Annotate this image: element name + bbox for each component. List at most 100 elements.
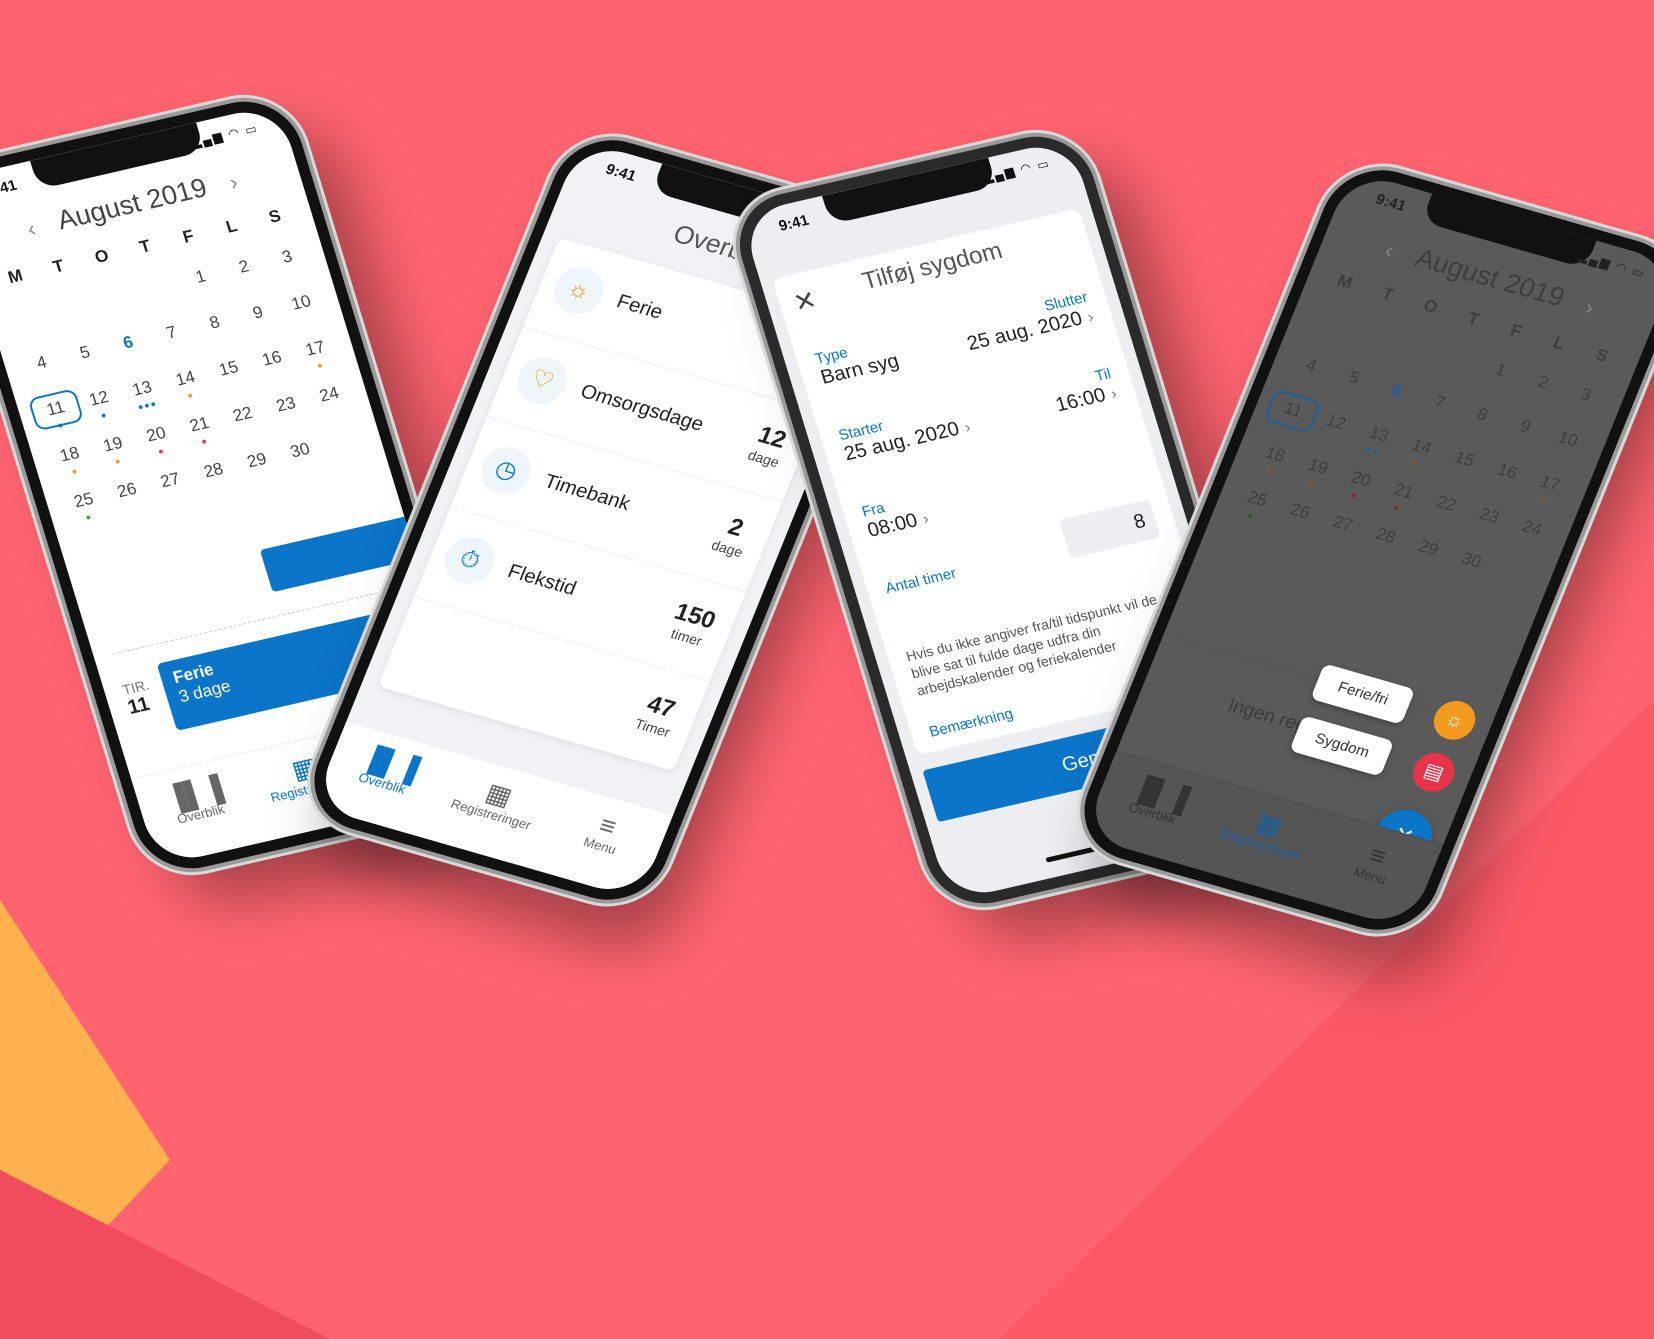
status-time: 9:41 [776, 211, 811, 235]
calendar-day[interactable]: 24 [1505, 509, 1559, 549]
weekday-label: L [223, 216, 240, 237]
chevron-right-icon: › [962, 419, 973, 437]
calendar-day-number: 19 [100, 433, 125, 456]
hours-input[interactable]: 8 [1059, 499, 1161, 559]
event-dot-icon: ● [84, 511, 94, 523]
calendar-day[interactable]: 17 ● [1523, 465, 1577, 505]
tab-registrations[interactable]: ▦ Registreringer [1210, 798, 1323, 866]
calendar-day-number: 19 [1305, 455, 1331, 479]
calendar-day-number: 25 [71, 488, 96, 512]
calendar-day[interactable]: 10 [276, 285, 328, 324]
calendar-day[interactable]: 24 [304, 376, 356, 415]
tab-overview[interactable]: ▐▌▐ Overblik [331, 736, 444, 804]
event-dot-icon: ● [99, 409, 109, 421]
calendar-day-number: 21 [187, 413, 212, 436]
status-time: 9:41 [603, 160, 639, 185]
calendar-day-number: 18 [1262, 442, 1289, 466]
balance-value: 150 timer [664, 598, 720, 650]
event-dot-icon: ● [185, 389, 196, 401]
calendar-grid: M T O T F L S 1 2 3 4 5 6 7 8 9 10 11 ● 1… [0, 202, 370, 522]
event-dot-icon: ● [1349, 489, 1360, 501]
calendar-day-number: 20 [144, 423, 169, 446]
field-label: Bemærkning [927, 705, 1016, 741]
weekday-label: T [1464, 308, 1483, 329]
prev-month-icon[interactable]: ‹ [1381, 238, 1397, 263]
calendar-day[interactable]: 30 [274, 432, 326, 471]
tab-registrations[interactable]: ▦ Registreringer [440, 768, 553, 836]
remark-label-field: Bemærkning [927, 705, 1015, 740]
event-dot-icon: ● [1306, 477, 1317, 489]
heart-icon: ♡ [510, 351, 575, 410]
starts-field[interactable]: Starter 25 aug. 2020› [837, 399, 974, 466]
calendar-day[interactable]: 3 [1559, 376, 1613, 416]
sun-icon[interactable]: ☼ [1427, 696, 1482, 745]
event-dots-icon: ●● [1364, 444, 1381, 457]
type-field[interactable]: Type Barn syg [813, 334, 902, 390]
weekday-label: O [1420, 295, 1441, 318]
next-month-icon[interactable]: › [1581, 295, 1597, 320]
prev-month-icon[interactable]: ‹ [24, 216, 38, 242]
quick-add-vacation-button[interactable]: Ferie/fri [1310, 663, 1416, 725]
weekday-label: M [5, 265, 25, 288]
event-day-number: 11 [125, 693, 153, 719]
calendar-day-number: 11 [44, 397, 68, 420]
calendar-day-number: 18 [57, 443, 82, 466]
event-date: TIR. 11 [121, 677, 158, 720]
signal-wifi-battery-icon: ▂▄▆ ◠ ▭ [1577, 248, 1649, 281]
event-dot-icon: ● [156, 445, 166, 457]
calendar-day-number: 13 [1366, 422, 1392, 446]
weekday-label: T [1379, 283, 1397, 305]
clock-icon: ◷ [473, 441, 539, 500]
calendar-day-number: 14 [173, 367, 198, 390]
event-dot-icon: ● [56, 419, 66, 431]
calendar-day-number: 17 [303, 337, 328, 360]
event-dots-icon: ●●● [136, 398, 159, 413]
event-dot-icon: ● [1392, 501, 1403, 513]
chevron-right-icon: › [1108, 385, 1120, 403]
hours-label-field: Antal timer [883, 565, 958, 597]
balance-number: 2 [724, 513, 748, 542]
weekday-label: F [1507, 320, 1525, 342]
calendar-day-number: 17 [1537, 472, 1563, 495]
sun-icon: ☼ [546, 261, 611, 320]
from-field[interactable]: Fra 08:00› [860, 491, 932, 543]
calendar-day-number: 12 [86, 387, 111, 410]
tab-menu[interactable]: ≡Menu [549, 799, 662, 867]
to-field[interactable]: Til 16:00› [1048, 365, 1120, 417]
calendar-day-number: 20 [1348, 467, 1374, 491]
status-time: 9:41 [0, 176, 19, 200]
event-dot-icon: ● [1538, 494, 1549, 506]
field-label: Antal timer [883, 564, 959, 598]
calendar-day[interactable]: 30 [1444, 542, 1498, 582]
calendar-day[interactable]: 3 [262, 239, 314, 278]
event-dot-icon: ● [113, 455, 123, 467]
balance-label: Ferie [613, 290, 666, 324]
tab-menu[interactable]: ≡Menu [1319, 829, 1432, 897]
calendar-day[interactable]: 10 [1541, 420, 1595, 460]
tab-overview[interactable]: ▐▌▐ Overblik [142, 769, 252, 833]
weekday-label: F [180, 226, 197, 247]
tab-overview[interactable]: ▐▌▐ Overblik [1101, 766, 1214, 834]
event-dot-icon: ● [70, 465, 80, 477]
signal-wifi-battery-icon: ▂▄▆ ◠ ▭ [981, 155, 1053, 185]
weekday-label: T [137, 236, 153, 257]
weekday-label: L [1550, 332, 1568, 354]
balance-label: Omsorgsdage [577, 380, 707, 436]
signal-wifi-battery-icon: ▂▄▆ ◠ ▭ [189, 120, 261, 150]
chevron-right-icon: › [920, 510, 931, 529]
balance-value: 12 dage [746, 421, 793, 470]
weekday-label: S [266, 206, 284, 227]
next-month-icon[interactable]: › [226, 169, 240, 195]
stopwatch-icon: ⏱ [437, 531, 502, 590]
weekday-label: O [92, 245, 112, 267]
balance-label: Flekstid [504, 560, 580, 600]
quick-add-sick-button[interactable]: Sygdom [1289, 715, 1395, 777]
calendar-day[interactable]: 17 ● [290, 331, 342, 370]
weekday-label: S [1592, 345, 1611, 366]
ends-field[interactable]: Slutter 25 aug. 2020› [960, 289, 1097, 356]
weekday-label: M [1334, 271, 1356, 293]
balance-value: 2 dage [709, 511, 756, 560]
calendar-day-number: 13 [130, 377, 155, 400]
balance-label: Timebank [540, 470, 634, 516]
event-dot-icon: ● [1263, 464, 1274, 477]
